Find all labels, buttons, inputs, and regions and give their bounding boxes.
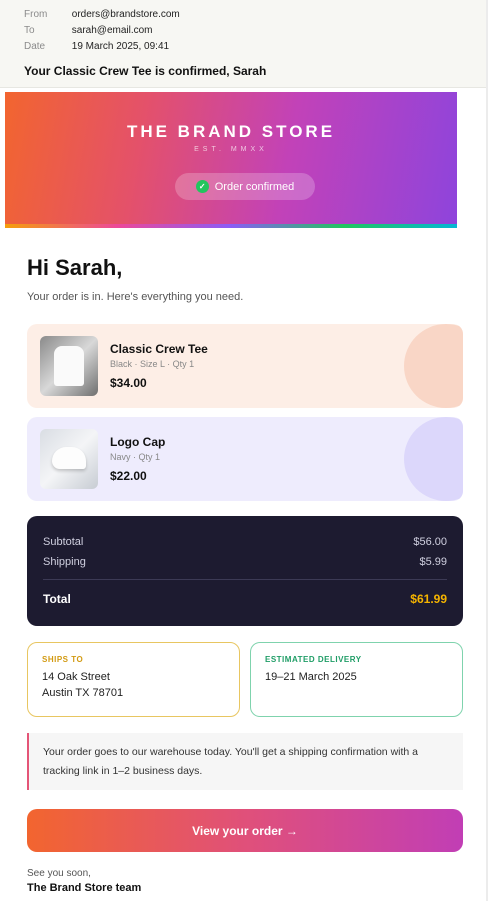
email-subject: Your Classic Crew Tee is confirmed, Sara… [24, 64, 267, 78]
tshirt-image [40, 336, 98, 396]
ships-to-card: SHIPS TO 14 Oak Street Austin TX 78701 [27, 642, 240, 717]
divider [43, 579, 447, 580]
subtotal-row: Subtotal $56.00 [43, 536, 447, 548]
address-line-1: 14 Oak Street [42, 671, 110, 683]
item-price: $22.00 [110, 469, 147, 483]
signoff: See you soon, [27, 868, 91, 879]
item-name: Classic Crew Tee [110, 342, 208, 356]
date-row: Date 19 March 2025, 09:41 [24, 41, 169, 52]
from-row: From orders@brandstore.com [24, 9, 180, 20]
order-item[interactable]: Classic Crew Tee Black · Size L · Qty 1 … [27, 324, 463, 408]
view-order-button[interactable]: View your order → [27, 809, 463, 852]
total-value: $61.99 [410, 592, 447, 606]
shipping-notice: Your order goes to our warehouse today. … [27, 733, 463, 790]
brand-name: THE BRAND STORE [126, 122, 336, 141]
subtotal-value: $56.00 [413, 536, 447, 548]
order-status-pill: ✓ Order confirmed [175, 173, 315, 200]
item-price: $34.00 [110, 376, 147, 390]
total-row: Total $61.99 [43, 592, 447, 606]
item-details: Navy · Qty 1 [110, 452, 161, 462]
hero-banner: THE BRAND STORE EST. MMXX ✓ Order confir… [5, 92, 457, 228]
decorative-circle [404, 417, 463, 501]
to-label: To [24, 25, 35, 36]
shipping-value: $5.99 [419, 556, 447, 568]
item-details: Black · Size L · Qty 1 [110, 359, 195, 369]
item-name: Logo Cap [110, 435, 166, 449]
address-line-2: Austin TX 78701 [42, 687, 124, 699]
to-row: To sarah@email.com [24, 25, 153, 36]
shipping-row: Shipping $5.99 [43, 556, 447, 568]
from-value[interactable]: orders@brandstore.com [72, 9, 180, 20]
date-label: Date [24, 41, 46, 52]
greeting: Hi Sarah, [27, 255, 123, 280]
estimated-delivery-card: ESTIMATED DELIVERY 19–21 March 2025 [250, 642, 463, 717]
to-value[interactable]: sarah@email.com [72, 25, 153, 36]
decorative-circle [404, 324, 463, 408]
team-signature: The Brand Store team [27, 882, 142, 894]
order-summary: Subtotal $56.00 Shipping $5.99 Total $61… [27, 516, 463, 626]
estimated-delivery-label: ESTIMATED DELIVERY [265, 655, 362, 664]
order-item[interactable]: Logo Cap Navy · Qty 1 $22.00 [27, 417, 463, 501]
ships-to-label: SHIPS TO [42, 655, 84, 664]
intro-text: Your order is in. Here's everything you … [27, 291, 244, 303]
from-label: From [24, 9, 48, 20]
subtotal-label: Subtotal [43, 536, 84, 548]
brand-established: EST. MMXX [194, 146, 268, 153]
estimated-delivery-value: 19–21 March 2025 [265, 671, 357, 683]
email-header: From orders@brandstore.com To sarah@emai… [0, 0, 488, 88]
order-status-label: Order confirmed [214, 180, 295, 193]
total-label: Total [43, 592, 71, 606]
shipping-label: Shipping [43, 556, 86, 568]
check-circle-icon: ✓ [195, 180, 209, 193]
cap-image [40, 429, 98, 489]
date-value: 19 March 2025, 09:41 [71, 41, 170, 52]
